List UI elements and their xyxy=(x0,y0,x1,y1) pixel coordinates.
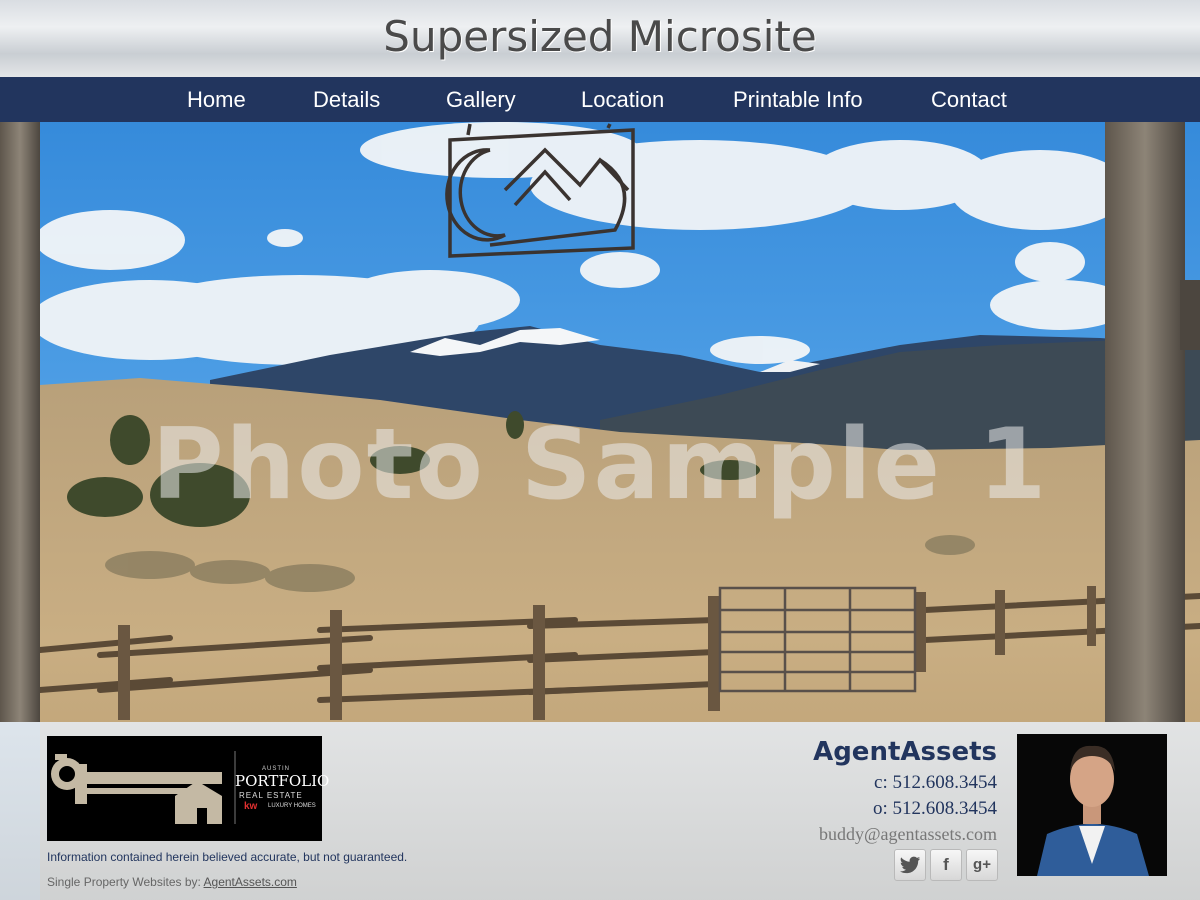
logo-name: PORTFOLIO xyxy=(235,772,330,790)
agent-cell-phone: c: 512.608.3454 xyxy=(874,772,997,793)
credit-prefix: Single Property Websites by: xyxy=(47,875,204,889)
logo-subtitle: REAL ESTATE xyxy=(239,791,303,800)
twitter-button[interactable] xyxy=(894,849,926,881)
logo-luxury: LUXURY HOMES xyxy=(268,803,316,809)
agent-office-phone: o: 512.608.3454 xyxy=(872,798,997,819)
agent-portrait-image xyxy=(1017,734,1167,876)
credit-line: Single Property Websites by: AgentAssets… xyxy=(47,875,297,889)
photo-watermark: Photo Sample 1 xyxy=(151,408,1049,522)
twitter-icon xyxy=(899,856,921,874)
nav-item-home[interactable]: Home xyxy=(187,77,246,122)
google-plus-button[interactable]: g+ xyxy=(966,849,998,881)
agent-email-link[interactable]: buddy@agentassets.com xyxy=(819,824,997,845)
agent-photo xyxy=(1017,734,1167,876)
google-plus-icon: g+ xyxy=(973,856,991,873)
facebook-button[interactable]: f xyxy=(930,849,962,881)
logo-kw: kw xyxy=(244,801,258,812)
main-nav: Home Details Gallery Location Printable … xyxy=(0,77,1200,122)
nav-item-gallery[interactable]: Gallery xyxy=(446,77,516,122)
nav-item-contact[interactable]: Contact xyxy=(931,77,1007,122)
facebook-icon: f xyxy=(943,855,949,874)
agent-name: AgentAssets xyxy=(813,737,997,767)
credit-link[interactable]: AgentAssets.com xyxy=(204,875,297,889)
site-title: Supersized Microsite xyxy=(383,12,817,61)
nav-item-printable-info[interactable]: Printable Info xyxy=(733,77,863,122)
nav-item-location[interactable]: Location xyxy=(581,77,664,122)
disclaimer-text: Information contained herein believed ac… xyxy=(47,850,408,864)
nav-item-details[interactable]: Details xyxy=(313,77,380,122)
